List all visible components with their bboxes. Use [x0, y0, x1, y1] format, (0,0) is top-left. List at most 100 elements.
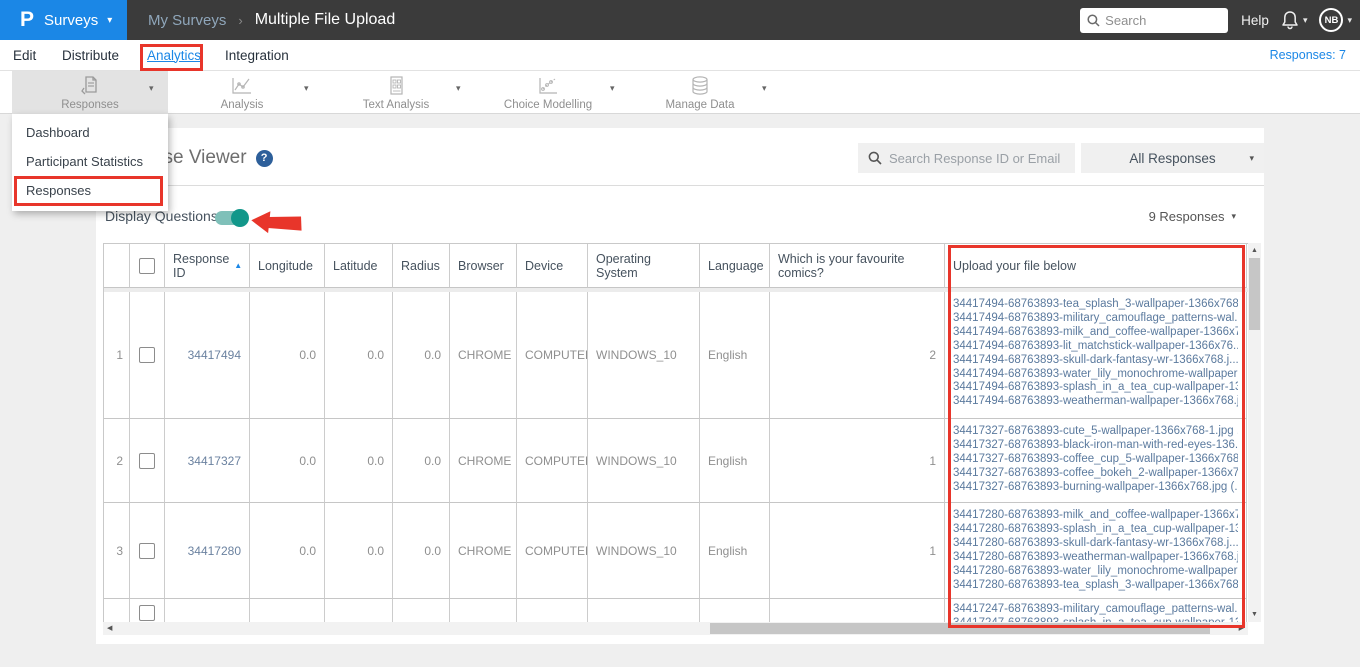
table-row: 1 34417494 0.0 0.0 0.0 CHROME COMPUTER W… [104, 292, 1248, 419]
scroll-right-icon[interactable]: ▶ [1239, 625, 1244, 632]
top-bar: P Surveys ▾ My Surveys › Multiple File U… [0, 0, 1360, 40]
uploaded-file-link[interactable]: 34417280-68763893-splash_in_a_tea_cup-wa… [953, 523, 1238, 537]
notifications-menu[interactable]: ▾ [1281, 10, 1307, 30]
browser-value: CHROME [450, 419, 517, 503]
help-question-icon[interactable]: ? [255, 149, 273, 167]
tab-distribute[interactable]: Distribute [62, 40, 119, 70]
header-latitude[interactable]: Latitude [325, 244, 393, 288]
uploaded-file-link[interactable]: 34417494-68763893-skull-dark-fantasy-wr-… [953, 354, 1238, 368]
uploaded-file-link[interactable]: 34417327-68763893-cute_5-wallpaper-1366x… [953, 425, 1238, 439]
row-checkbox-cell [130, 419, 165, 503]
uploaded-file-link[interactable]: 34417494-68763893-water_lily_monochrome-… [953, 368, 1238, 382]
vertical-scrollbar[interactable]: ▲ ▼ [1248, 243, 1261, 622]
all-responses-filter[interactable]: All Responses ▾ [1081, 143, 1264, 173]
row-checkbox[interactable] [139, 605, 155, 621]
help-link[interactable]: Help [1241, 13, 1269, 28]
horizontal-scrollbar[interactable]: ◀ ▶ [103, 622, 1248, 635]
header-browser[interactable]: Browser [450, 244, 517, 288]
toolbar-text-analysis[interactable]: Text Analysis [326, 71, 466, 114]
responses-count-label: 9 Responses [1148, 209, 1225, 224]
row-checkbox[interactable] [139, 347, 155, 363]
language-value [700, 599, 770, 622]
global-search[interactable] [1080, 7, 1229, 33]
row-checkbox-cell [130, 599, 165, 622]
header-operating-system[interactable]: Operating System [588, 244, 700, 288]
tab-integration[interactable]: Integration [225, 40, 289, 70]
os-value: WINDOWS_10 [588, 292, 700, 419]
uploaded-file-link[interactable]: 34417247-68763893-military_camouflage_pa… [953, 603, 1238, 617]
breadcrumb-my-surveys[interactable]: My Surveys [148, 12, 226, 29]
toolbar-choice-modelling-caret-icon[interactable]: ▾ [610, 83, 615, 94]
table-row: 34417247-68763893-military_camouflage_pa… [104, 599, 1248, 622]
uploaded-file-link[interactable]: 34417280-68763893-skull-dark-fantasy-wr-… [953, 537, 1238, 551]
scroll-left-icon[interactable]: ◀ [107, 625, 112, 632]
uploaded-file-link[interactable]: 34417494-68763893-weatherman-wallpaper-1… [953, 395, 1238, 409]
responses-count-dropdown[interactable]: 9 Responses ▾ [1149, 209, 1236, 224]
toolbar-manage-data-caret-icon[interactable]: ▾ [762, 83, 767, 94]
uploaded-file-link[interactable]: 34417494-68763893-splash_in_a_tea_cup-wa… [953, 381, 1238, 395]
scroll-up-icon[interactable]: ▲ [1251, 247, 1258, 254]
header-response-id[interactable]: Response ID ▲ [165, 244, 250, 288]
header-device[interactable]: Device [517, 244, 588, 288]
uploaded-file-link[interactable]: 34417280-68763893-weatherman-wallpaper-1… [953, 551, 1238, 565]
tab-analytics[interactable]: Analytics [147, 40, 201, 70]
toolbar-text-analysis-caret-icon[interactable]: ▾ [456, 83, 461, 94]
select-all-checkbox[interactable] [139, 257, 155, 274]
tab-edit[interactable]: Edit [13, 40, 36, 70]
radius-value: 0.0 [393, 292, 450, 419]
display-questions-toggle[interactable] [215, 209, 249, 227]
toolbar-responses-caret-icon[interactable]: ▾ [149, 83, 154, 94]
breadcrumb-separator: › [238, 12, 243, 28]
comics-answer-value: 1 [770, 419, 945, 503]
responses-count-link[interactable]: Responses: 7 [1270, 40, 1346, 70]
uploaded-file-link[interactable]: 34417327-68763893-coffee_bokeh_2-wallpap… [953, 467, 1238, 481]
header-radius[interactable]: Radius [393, 244, 450, 288]
toolbar-choice-modelling[interactable]: Choice Modelling [478, 71, 618, 114]
responses-table: Response ID ▲ Longitude Latitude Radius B… [103, 243, 1248, 622]
product-switcher[interactable]: P Surveys ▾ [0, 0, 127, 40]
uploaded-file-link[interactable]: 34417327-68763893-coffee_cup_5-wallpaper… [953, 453, 1238, 467]
response-id-value[interactable] [165, 599, 250, 622]
response-viewer-panel: Response Viewer ? All Responses ▾ Displa… [96, 128, 1264, 644]
language-value: English [700, 503, 770, 599]
uploaded-file-link[interactable]: 34417494-68763893-tea_splash_3-wallpaper… [953, 298, 1238, 312]
row-checkbox[interactable] [139, 542, 155, 559]
row-checkbox-cell [130, 503, 165, 599]
response-id-value[interactable]: 34417280 [165, 503, 250, 599]
uploaded-file-link[interactable]: 34417494-68763893-military_camouflage_pa… [953, 312, 1238, 326]
header-upload-question[interactable]: Upload your file below [945, 244, 1247, 288]
chevron-down-icon: ▾ [107, 14, 113, 26]
header-longitude[interactable]: Longitude [250, 244, 325, 288]
toolbar-responses[interactable]: Responses [12, 71, 168, 114]
header-comics-question[interactable]: Which is your favourite comics? [770, 244, 945, 288]
uploaded-file-link[interactable]: 34417280-68763893-milk_and_coffee-wallpa… [953, 509, 1238, 523]
row-checkbox[interactable] [139, 452, 155, 469]
response-id-value[interactable]: 34417494 [165, 292, 250, 419]
avatar[interactable]: NB [1319, 8, 1344, 32]
uploaded-file-link[interactable]: 34417327-68763893-burning-wallpaper-1366… [953, 481, 1238, 495]
breadcrumb-current-survey: Multiple File Upload [254, 11, 396, 28]
global-search-input[interactable] [1105, 12, 1224, 28]
scroll-down-icon[interactable]: ▼ [1251, 611, 1258, 618]
toolbar-analysis[interactable]: Analysis [172, 71, 312, 114]
device-value: COMPUTER [517, 503, 588, 599]
device-value: COMPUTER [517, 419, 588, 503]
menu-item-dashboard[interactable]: Dashboard [26, 125, 90, 140]
uploaded-file-link[interactable]: 34417280-68763893-tea_splash_3-wallpaper… [953, 579, 1238, 593]
uploaded-file-link[interactable]: 34417280-68763893-water_lily_monochrome-… [953, 565, 1238, 579]
uploaded-file-link[interactable]: 34417494-68763893-lit_matchstick-wallpap… [953, 340, 1238, 354]
uploaded-file-link[interactable]: 34417327-68763893-black-iron-man-with-re… [953, 439, 1238, 453]
notifications-bell-icon [1282, 11, 1298, 30]
header-language[interactable]: Language [700, 244, 770, 288]
response-id-value[interactable]: 34417327 [165, 419, 250, 503]
menu-item-participant-statistics[interactable]: Participant Statistics [26, 154, 143, 169]
response-search-input[interactable] [889, 150, 1064, 166]
uploaded-file-link[interactable]: 34417494-68763893-milk_and_coffee-wallpa… [953, 326, 1238, 340]
toolbar-analysis-caret-icon[interactable]: ▾ [304, 83, 309, 94]
menu-item-responses[interactable]: Responses [26, 183, 91, 198]
toolbar-manage-data[interactable]: Manage Data [630, 71, 770, 114]
response-search[interactable] [858, 143, 1075, 173]
horizontal-scrollbar-thumb[interactable] [710, 623, 1210, 634]
toolbar-manage-data-label: Manage Data [665, 99, 735, 111]
vertical-scrollbar-thumb[interactable] [1249, 258, 1260, 330]
